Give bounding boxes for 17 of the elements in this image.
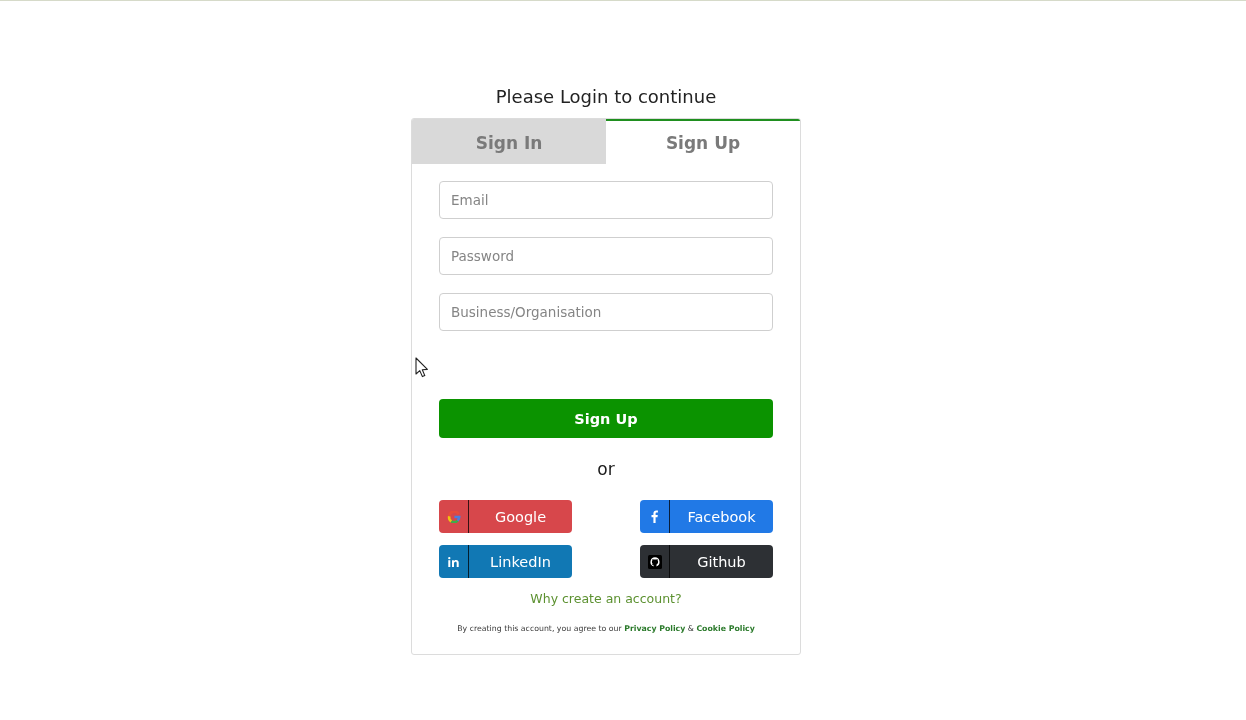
github-logo-icon bbox=[647, 554, 662, 569]
github-button[interactable]: Github bbox=[640, 545, 773, 578]
facebook-button[interactable]: Facebook bbox=[640, 500, 773, 533]
sign-up-button[interactable]: Sign Up bbox=[439, 399, 773, 438]
email-field[interactable]: Email bbox=[439, 181, 773, 219]
facebook-logo-icon bbox=[651, 510, 658, 523]
organisation-field[interactable]: Business/Organisation bbox=[439, 293, 773, 331]
linkedin-button[interactable]: LinkedIn bbox=[439, 545, 572, 578]
google-logo-icon bbox=[446, 510, 461, 523]
linkedin-logo-icon bbox=[448, 556, 459, 567]
why-create-account-link[interactable]: Why create an account? bbox=[530, 590, 682, 608]
google-button[interactable]: Google bbox=[439, 500, 572, 533]
mouse-pointer-icon bbox=[415, 357, 429, 378]
or-divider-text: or bbox=[597, 458, 615, 480]
page-heading: Please Login to continue bbox=[495, 86, 717, 108]
password-field[interactable]: Password bbox=[439, 237, 773, 275]
tab[interactable]: Sign In bbox=[412, 119, 606, 164]
